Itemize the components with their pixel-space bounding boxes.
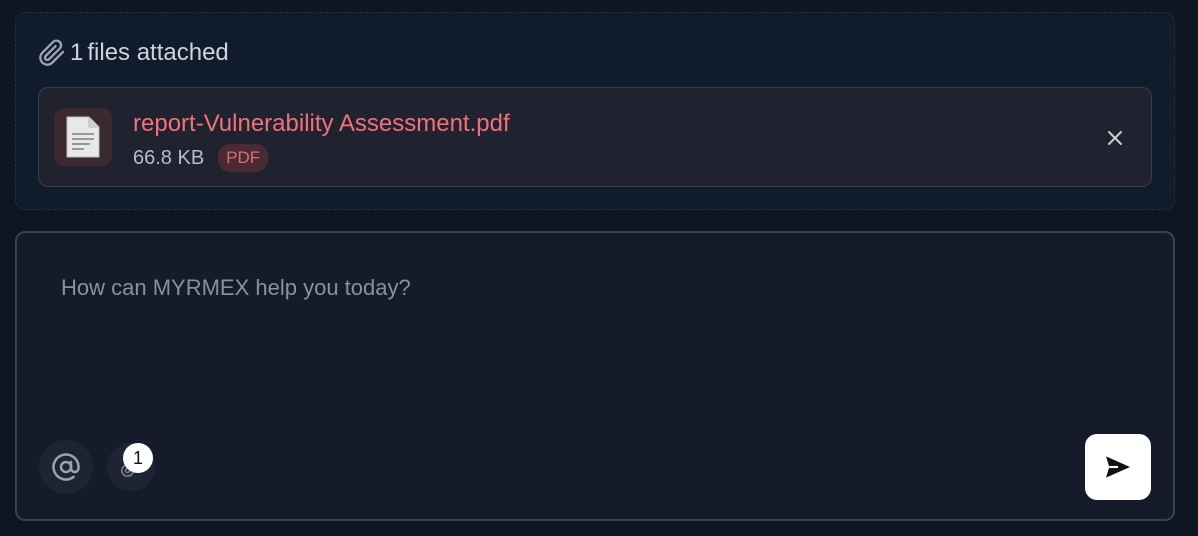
file-type-badge: PDF bbox=[218, 144, 269, 172]
close-icon bbox=[1108, 131, 1122, 145]
paperclip-icon bbox=[38, 39, 66, 67]
send-button[interactable] bbox=[1085, 434, 1151, 500]
send-icon bbox=[1106, 456, 1130, 478]
attachments-count: 1 bbox=[70, 39, 84, 66]
attachments-label: files attached bbox=[87, 39, 229, 66]
attached-file-card: report-Vulnerability Assessment.pdf 66.8… bbox=[38, 87, 1152, 187]
file-size: 66.8 KB bbox=[133, 146, 205, 169]
file-name: report-Vulnerability Assessment.pdf bbox=[133, 110, 510, 137]
remove-file-button[interactable] bbox=[1101, 124, 1129, 152]
prompt-input[interactable] bbox=[59, 273, 1059, 393]
attachments-header: 1 files attached bbox=[38, 39, 229, 67]
mention-button[interactable] bbox=[39, 440, 93, 494]
document-icon bbox=[54, 108, 112, 166]
attachments-panel: 1 files attached report-Vulnerability As… bbox=[15, 12, 1175, 210]
at-sign-icon bbox=[52, 453, 80, 481]
file-meta: 66.8 KB PDF bbox=[133, 144, 269, 172]
attachment-count-badge: 1 bbox=[123, 443, 153, 473]
message-composer: 1 bbox=[15, 231, 1175, 521]
